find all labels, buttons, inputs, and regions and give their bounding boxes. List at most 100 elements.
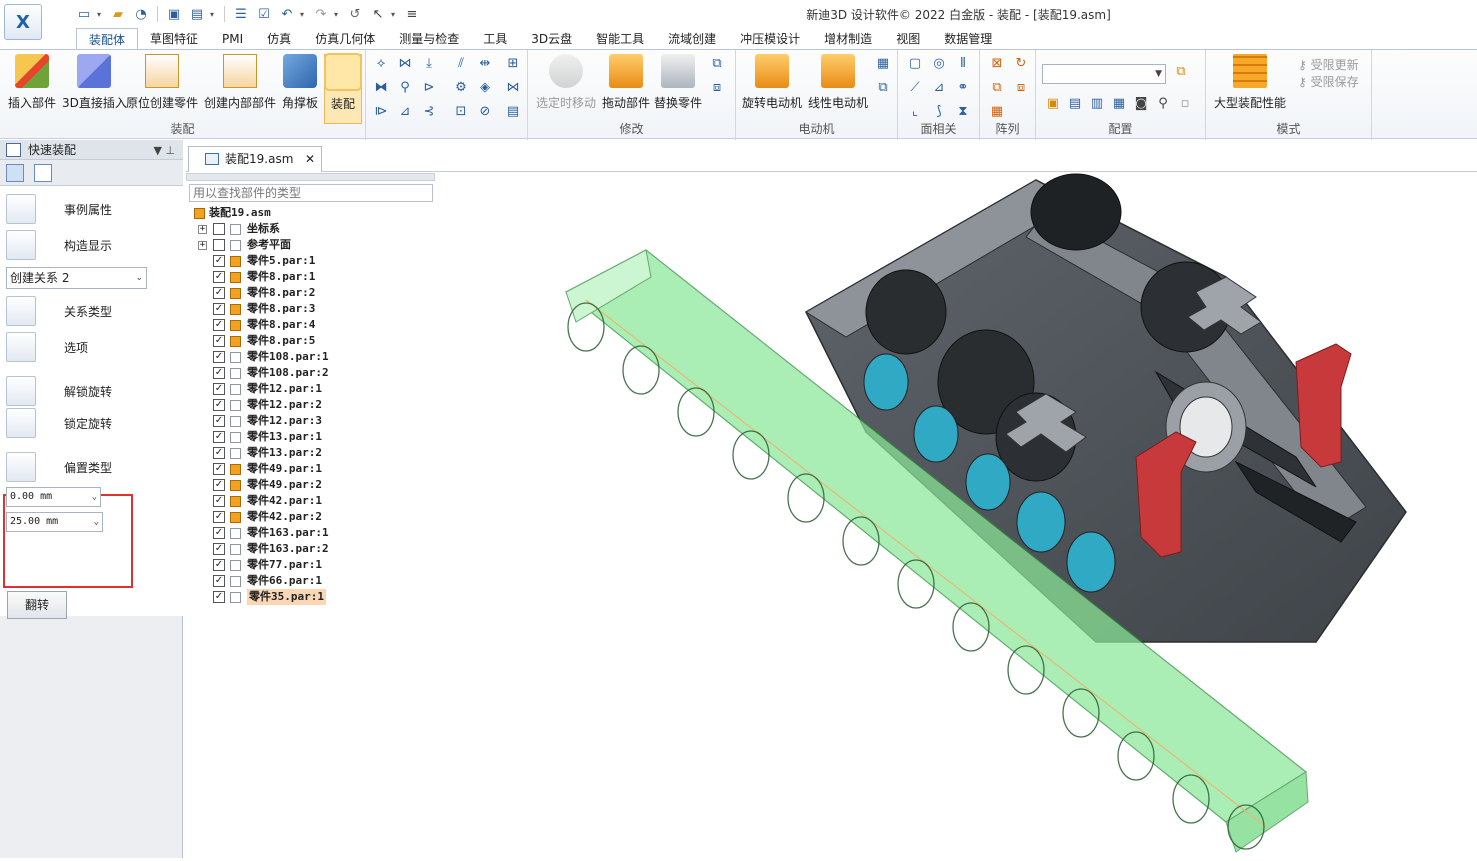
expand-icon[interactable]: + — [198, 225, 207, 234]
modify-tool2-icon[interactable]: ⧈ — [708, 80, 726, 96]
drag-part-button[interactable]: 拖动部件 — [602, 54, 650, 111]
duplicate-icon[interactable]: ⧈ — [1012, 80, 1030, 96]
distance-icon[interactable]: ⇹ — [476, 56, 494, 72]
ground-icon[interactable]: ⊘ — [476, 104, 494, 120]
offset-value-2-input[interactable]: 25.00 mm ⌄ — [6, 512, 103, 532]
construct-display-button[interactable]: 构造显示 — [6, 230, 178, 260]
relation-type-button[interactable]: 关系类型 — [6, 296, 178, 326]
visibility-checkbox[interactable]: ✓ — [213, 543, 225, 555]
create-in-place-button[interactable]: 原位创建零件 — [126, 54, 198, 111]
path-icon[interactable]: ⧐ — [372, 104, 390, 120]
tab-flow-create[interactable]: 流域创建 — [656, 28, 728, 50]
visibility-checkbox[interactable]: ✓ — [213, 287, 225, 299]
move-on-select-button[interactable]: 选定时移动 — [536, 54, 596, 111]
visibility-checkbox[interactable]: ✓ — [213, 511, 225, 523]
mirror-icon[interactable]: ⧉ — [988, 80, 1006, 96]
symmetric-icon[interactable]: ⋈ — [504, 80, 522, 96]
visibility-checkbox[interactable]: ✓ — [213, 447, 225, 459]
cam-icon[interactable]: ⚲ — [396, 80, 414, 96]
face-rings-icon[interactable]: ⚭ — [954, 80, 972, 96]
visibility-checkbox[interactable]: ✓ — [213, 559, 225, 571]
tree-part-row[interactable]: ✓ 零件108.par:1 — [186, 349, 436, 365]
visibility-checkbox[interactable]: ✓ — [213, 367, 225, 379]
offset-type-button[interactable]: 偏置类型 — [6, 452, 178, 482]
tree-part-row[interactable]: ✓ 零件49.par:2 — [186, 477, 436, 493]
limited-update-button[interactable]: ⚷ 受限更新 — [1298, 56, 1359, 73]
tab-properties-icon[interactable] — [6, 164, 24, 182]
flip-button[interactable]: 翻转 — [7, 591, 67, 619]
align-icon[interactable]: ⋈ — [396, 56, 414, 72]
visibility-checkbox[interactable]: ✓ — [213, 575, 225, 587]
tree-part-row[interactable]: ✓ 零件12.par:2 — [186, 397, 436, 413]
tangent-icon[interactable]: ⊰ — [420, 104, 438, 120]
tree-part-row[interactable]: ✓ 零件163.par:1 — [186, 525, 436, 541]
config-tool7-icon[interactable]: ▫ — [1176, 96, 1194, 112]
config-tool1-icon[interactable]: ▣ — [1044, 96, 1062, 112]
config-select[interactable]: ▼ — [1042, 64, 1166, 84]
3d-viewport[interactable] — [436, 172, 1477, 858]
options-button[interactable]: 选项 — [6, 332, 178, 362]
tab-sketch-feature[interactable]: 草图特征 — [138, 28, 210, 50]
face-corner-icon[interactable]: ⌞ — [906, 104, 924, 120]
pin-icon[interactable]: ▼ ⊥ — [153, 141, 175, 161]
visibility-checkbox[interactable]: ✓ — [213, 479, 225, 491]
close-icon[interactable]: ✕ — [305, 147, 315, 171]
relation-list-icon[interactable]: ▤ — [504, 104, 522, 120]
tab-parts-icon[interactable] — [34, 164, 52, 182]
tree-part-row[interactable]: ✓ 零件8.par:1 — [186, 269, 436, 285]
visibility-checkbox[interactable]: ✓ — [213, 319, 225, 331]
face-lines-icon[interactable]: ⫴ — [954, 56, 972, 72]
gear-icon[interactable]: ⚙ — [452, 80, 470, 96]
tree-part-row[interactable]: ✓ 零件13.par:1 — [186, 429, 436, 445]
tree-part-row[interactable]: ✓ 零件12.par:3 — [186, 413, 436, 429]
tree-part-row[interactable]: ✓ 零件49.par:1 — [186, 461, 436, 477]
config-tool3-icon[interactable]: ▥ — [1088, 96, 1106, 112]
angle-icon[interactable]: ⊿ — [396, 104, 414, 120]
tree-part-row[interactable]: ✓ 零件35.par:1 — [186, 589, 436, 605]
tree-folder-planes[interactable]: + 参考平面 — [186, 237, 436, 253]
visibility-checkbox[interactable]: ✓ — [213, 351, 225, 363]
mate-icon[interactable]: ⟡ — [372, 56, 390, 72]
visibility-checkbox[interactable]: ✓ — [213, 255, 225, 267]
create-relation-select[interactable]: 创建关系 2 ⌄ — [6, 267, 147, 289]
tab-pmi[interactable]: PMI — [210, 28, 255, 50]
direct-insert-3d-button[interactable]: 3D直接插入 — [62, 54, 127, 111]
tree-part-row[interactable]: ✓ 零件42.par:1 — [186, 493, 436, 509]
rigid-icon[interactable]: ⊞ — [504, 56, 522, 72]
offset-value-1-input[interactable]: 0.00 mm ⌄ — [6, 487, 101, 507]
tab-simulation[interactable]: 仿真 — [255, 28, 303, 50]
tree-part-row[interactable]: ✓ 零件8.par:5 — [186, 333, 436, 349]
face-slope-icon[interactable]: ⟋ — [906, 80, 924, 96]
tree-part-row[interactable]: ✓ 零件13.par:2 — [186, 445, 436, 461]
create-internal-button[interactable]: 创建内部部件 — [204, 54, 276, 111]
tab-3d-cloud[interactable]: 3D云盘 — [519, 28, 584, 50]
tree-part-row[interactable]: ✓ 零件8.par:2 — [186, 285, 436, 301]
insert-part-button[interactable]: 插入部件 — [8, 54, 56, 111]
tab-view[interactable]: 视图 — [884, 28, 932, 50]
parallel-icon[interactable]: ⫽ — [452, 56, 470, 72]
visibility-checkbox[interactable]: ✓ — [213, 591, 225, 603]
visibility-checkbox[interactable]: ✓ — [213, 415, 225, 427]
visibility-checkbox[interactable]: ✓ — [213, 495, 225, 507]
tree-folder-coordinate[interactable]: + 坐标系 — [186, 221, 436, 237]
tree-root[interactable]: 装配19.asm — [186, 205, 436, 221]
checkbox[interactable] — [213, 223, 225, 235]
rotary-motor-button[interactable]: 旋转电动机 — [742, 54, 802, 111]
instance-properties-button[interactable]: 事例属性 — [6, 194, 178, 224]
tab-additive[interactable]: 增材制造 — [812, 28, 884, 50]
limited-save-button[interactable]: ⚷ 受限保存 — [1298, 73, 1359, 90]
face-circle-icon[interactable]: ◎ — [930, 56, 948, 72]
face-plane-icon[interactable]: ⊿ — [930, 80, 948, 96]
visibility-checkbox[interactable]: ✓ — [213, 271, 225, 283]
tab-stamping-die[interactable]: 冲压模设计 — [728, 28, 812, 50]
checkbox[interactable] — [213, 239, 225, 251]
motor-list-icon[interactable]: ▦ — [874, 56, 892, 72]
replace-part-button[interactable]: 替换零件 — [654, 54, 702, 111]
tab-smart-tools[interactable]: 智能工具 — [584, 28, 656, 50]
tab-assembly[interactable]: 装配体 — [76, 28, 139, 50]
insert-icon[interactable]: ⤓ — [420, 56, 438, 72]
pattern-curve-icon[interactable]: ↻ — [1012, 56, 1030, 72]
pattern-icon[interactable]: ⊠ — [988, 56, 1006, 72]
config-manage-icon[interactable]: ⧉ — [1172, 64, 1190, 80]
part-search-input[interactable]: 用以查找部件的类型 — [189, 184, 433, 202]
